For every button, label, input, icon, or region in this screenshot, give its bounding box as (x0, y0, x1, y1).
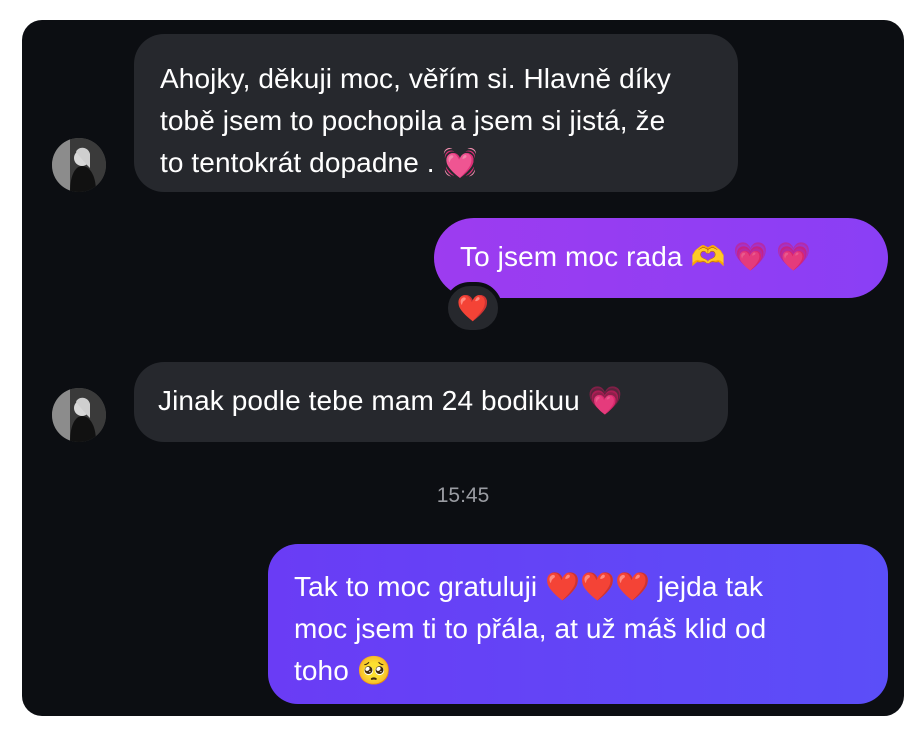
message-bubble-outgoing[interactable]: Tak to moc gratuluji ❤️❤️❤️ jejda tak mo… (268, 544, 888, 704)
message-text: Jinak podle tebe mam 24 bodikuu 💗 (158, 385, 623, 416)
avatar-photo-icon (52, 388, 106, 442)
message-bubble-outgoing[interactable]: To jsem moc rada 🫶 💗 💗 (434, 218, 888, 298)
message-bubble-incoming[interactable]: Ahojky, děkuji moc, věřím si. Hlavně dík… (134, 34, 738, 192)
contact-avatar[interactable] (52, 138, 106, 192)
chat-thread: Ahojky, děkuji moc, věřím si. Hlavně dík… (22, 20, 904, 716)
reaction-heart-badge[interactable]: ❤️ (444, 282, 502, 334)
message-text: To jsem moc rada 🫶 💗 💗 (460, 241, 812, 272)
message-line: toho 🥺 (294, 655, 392, 686)
message-timestamp: 15:45 (436, 484, 490, 507)
avatar-photo-icon (52, 138, 106, 192)
message-line: Ahojky, děkuji moc, věřím si. Hlavně dík… (160, 63, 671, 94)
message-line: moc jsem ti to přála, at už máš klid od (294, 613, 767, 644)
message-line: tobě jsem to pochopila a jsem si jistá, … (160, 105, 666, 136)
contact-avatar[interactable] (52, 388, 106, 442)
message-line: Tak to moc gratuluji ❤️❤️❤️ jejda tak (294, 571, 764, 602)
message-bubble-incoming[interactable]: Jinak podle tebe mam 24 bodikuu 💗 (134, 362, 728, 442)
heart-reaction-icon: ❤️ (456, 293, 490, 323)
message-line: to tentokrát dopadne . 💓 (160, 147, 478, 178)
